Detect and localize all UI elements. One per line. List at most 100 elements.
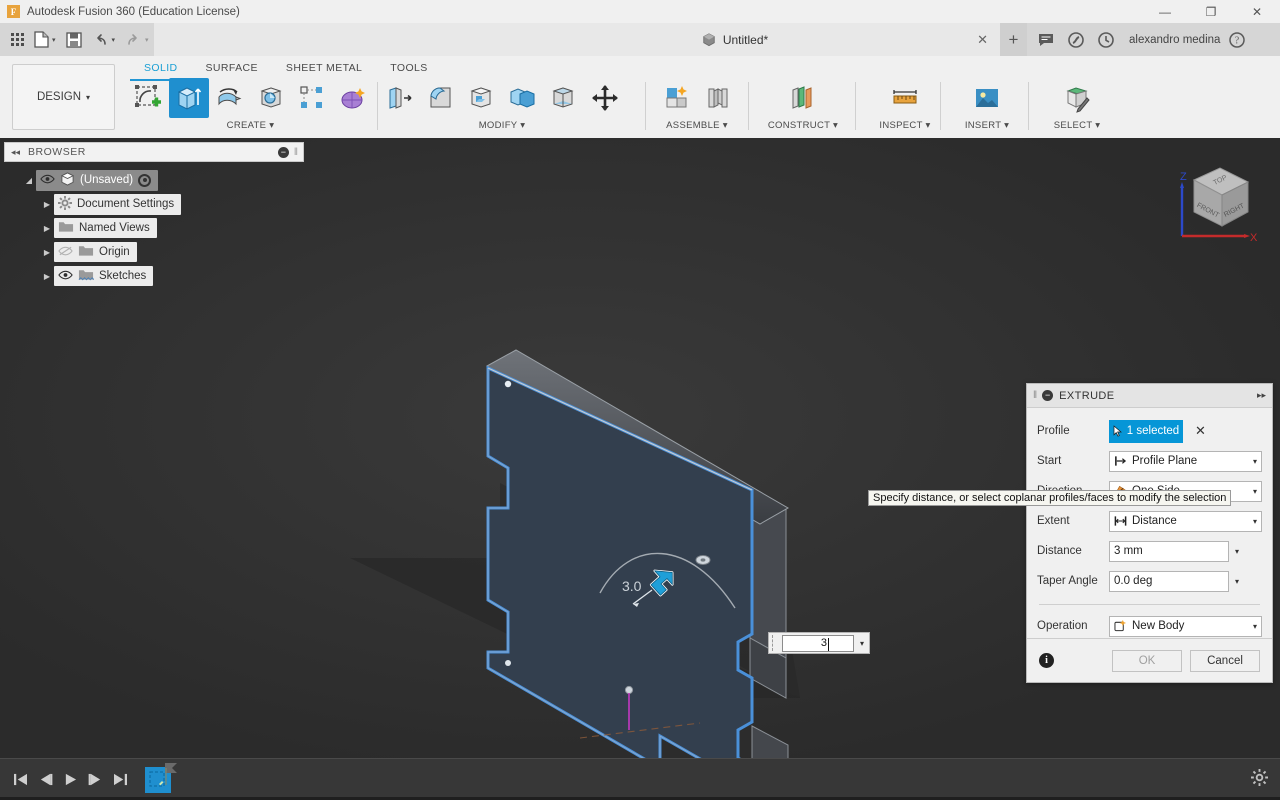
- undo-icon[interactable]: ▾: [87, 23, 121, 56]
- save-icon[interactable]: [61, 23, 87, 56]
- ok-button[interactable]: OK: [1112, 649, 1182, 672]
- step-forward-icon[interactable]: [83, 765, 108, 795]
- inline-distance-input[interactable]: 3: [782, 634, 854, 652]
- browser-resize-grip[interactable]: ‖: [294, 147, 298, 158]
- taper-stepper-icon[interactable]: ▾: [1235, 577, 1239, 586]
- insert-image-icon[interactable]: [967, 78, 1007, 118]
- tree-node-document-settings[interactable]: ▶ Document Settings: [4, 192, 304, 216]
- assemble-group-label[interactable]: ASSEMBLE ▾: [666, 120, 728, 131]
- tree-pill[interactable]: Document Settings: [54, 193, 182, 215]
- inspect-group-label[interactable]: INSPECT ▾: [879, 120, 930, 131]
- distance-stepper-icon[interactable]: ▾: [1235, 547, 1239, 556]
- extrude-dialog[interactable]: ‖ − EXTRUDE ▸▸ Profile 1 selected ✕ Star…: [1026, 383, 1273, 683]
- sketch-feature-marker[interactable]: [145, 762, 177, 793]
- play-icon[interactable]: [58, 765, 83, 795]
- expand-arrow-icon[interactable]: ◢: [22, 176, 36, 185]
- chevron-down-icon[interactable]: ▾: [1253, 457, 1257, 466]
- create-sketch-icon[interactable]: [128, 78, 168, 118]
- recent-activity-icon[interactable]: [1093, 27, 1119, 53]
- chevron-down-icon[interactable]: ▾: [86, 93, 90, 102]
- document-tab[interactable]: Untitled* ✕: [470, 23, 1000, 56]
- extrude-dialog-header[interactable]: ‖ − EXTRUDE ▸▸: [1027, 384, 1272, 408]
- insert-group-label[interactable]: INSERT ▾: [965, 120, 1009, 131]
- press-pull-icon[interactable]: [380, 78, 420, 118]
- extent-dropdown[interactable]: Distance ▾: [1109, 510, 1262, 532]
- close-button[interactable]: ✕: [1234, 0, 1280, 23]
- modify-group-label[interactable]: MODIFY ▾: [479, 120, 526, 131]
- chevron-down-icon[interactable]: ▾: [1253, 622, 1257, 631]
- distance-input[interactable]: 3 mm: [1109, 540, 1229, 562]
- visibility-eye-off-icon[interactable]: [58, 246, 73, 259]
- offset-plane-icon[interactable]: [783, 78, 823, 118]
- activate-component-icon[interactable]: [138, 173, 152, 187]
- new-document-icon[interactable]: ▾: [29, 23, 61, 56]
- create-group-label[interactable]: CREATE ▾: [227, 120, 275, 131]
- cancel-button[interactable]: Cancel: [1190, 649, 1260, 672]
- start-dropdown[interactable]: Profile Plane ▾: [1109, 450, 1262, 472]
- tree-pill[interactable]: Named Views: [54, 218, 157, 238]
- workspace-switcher[interactable]: DESIGN ▾: [12, 64, 115, 130]
- close-document-tab-icon[interactable]: ✕: [977, 32, 988, 48]
- app-grid-icon[interactable]: [6, 23, 29, 56]
- profile-selection-chip[interactable]: 1 selected: [1109, 419, 1183, 443]
- chevron-down-icon[interactable]: ▾: [112, 36, 116, 44]
- joint-icon[interactable]: [698, 78, 738, 118]
- user-name[interactable]: alexandro medina: [1129, 34, 1220, 46]
- chevron-down-icon[interactable]: ▾: [52, 36, 56, 44]
- maximize-button[interactable]: ❐: [1188, 0, 1234, 23]
- taper-angle-input[interactable]: 0.0 deg: [1109, 570, 1229, 592]
- chevron-down-icon[interactable]: ▾: [1253, 517, 1257, 526]
- chevron-down-icon[interactable]: ▾: [860, 639, 864, 648]
- chevron-down-icon[interactable]: ▾: [145, 36, 149, 44]
- tree-node-named-views[interactable]: ▶ Named Views: [4, 216, 304, 240]
- new-component-icon[interactable]: [657, 78, 697, 118]
- comments-icon[interactable]: [1033, 27, 1059, 53]
- shell-icon[interactable]: [462, 78, 502, 118]
- view-cube[interactable]: Z X TOP FRONT RIGHT: [1164, 148, 1268, 252]
- fillet-icon[interactable]: [421, 78, 461, 118]
- form-icon[interactable]: [333, 78, 373, 118]
- select-icon[interactable]: [1057, 78, 1097, 118]
- construct-group-label[interactable]: CONSTRUCT ▾: [768, 120, 838, 131]
- chevron-down-icon[interactable]: ▾: [1253, 487, 1257, 496]
- info-icon[interactable]: i: [1039, 653, 1054, 668]
- split-face-icon[interactable]: [544, 78, 584, 118]
- dialog-expand-icon[interactable]: ▸▸: [1257, 390, 1266, 401]
- visibility-eye-icon[interactable]: [58, 270, 73, 283]
- extrude-icon[interactable]: [169, 78, 209, 118]
- pattern-icon[interactable]: [292, 78, 332, 118]
- sweep-icon[interactable]: [251, 78, 291, 118]
- revolve-icon[interactable]: [210, 78, 250, 118]
- expand-arrow-icon[interactable]: ▶: [40, 248, 54, 257]
- dialog-grip[interactable]: ‖: [1033, 390, 1037, 401]
- go-to-beginning-icon[interactable]: [8, 765, 33, 795]
- tree-node-unsaved[interactable]: ◢ (Unsaved): [4, 168, 304, 192]
- tree-node-sketches[interactable]: ▶ Sketches: [4, 264, 304, 288]
- expand-arrow-icon[interactable]: ▶: [40, 224, 54, 233]
- expand-arrow-icon[interactable]: ▶: [40, 272, 54, 281]
- timeline-settings-icon[interactable]: [1251, 769, 1272, 790]
- dialog-collapse-icon[interactable]: −: [1042, 390, 1054, 401]
- redo-icon[interactable]: ▾: [120, 23, 154, 56]
- move-copy-icon[interactable]: [585, 78, 625, 118]
- minimize-button[interactable]: —: [1142, 0, 1188, 23]
- go-to-end-icon[interactable]: [108, 765, 133, 795]
- tree-node-origin[interactable]: ▶ Origin: [4, 240, 304, 264]
- tree-pill[interactable]: (Unsaved): [36, 169, 159, 191]
- inline-distance-input-group[interactable]: 3 ▾: [768, 632, 870, 654]
- measure-icon[interactable]: [885, 78, 925, 118]
- operation-dropdown[interactable]: New Body ▾: [1109, 615, 1262, 637]
- new-tab-button[interactable]: +: [1000, 23, 1027, 56]
- collapse-browser-icon[interactable]: ◂◂: [11, 147, 20, 158]
- tree-pill[interactable]: Origin: [54, 242, 137, 262]
- select-group-label[interactable]: SELECT ▾: [1054, 120, 1101, 131]
- step-back-icon[interactable]: [33, 765, 58, 795]
- combine-icon[interactable]: [503, 78, 543, 118]
- viewport-canvas[interactable]: 3.0 ◂◂ BROWSER − ‖ ◢ (Unsaved) ▶ Documen…: [0, 138, 1280, 758]
- clear-selection-icon[interactable]: ✕: [1195, 423, 1206, 439]
- visibility-eye-icon[interactable]: [40, 174, 55, 187]
- expand-arrow-icon[interactable]: ▶: [40, 200, 54, 209]
- help-icon[interactable]: ?: [1224, 27, 1250, 53]
- tree-pill[interactable]: Sketches: [54, 266, 154, 286]
- browser-minimize-icon[interactable]: −: [277, 146, 289, 158]
